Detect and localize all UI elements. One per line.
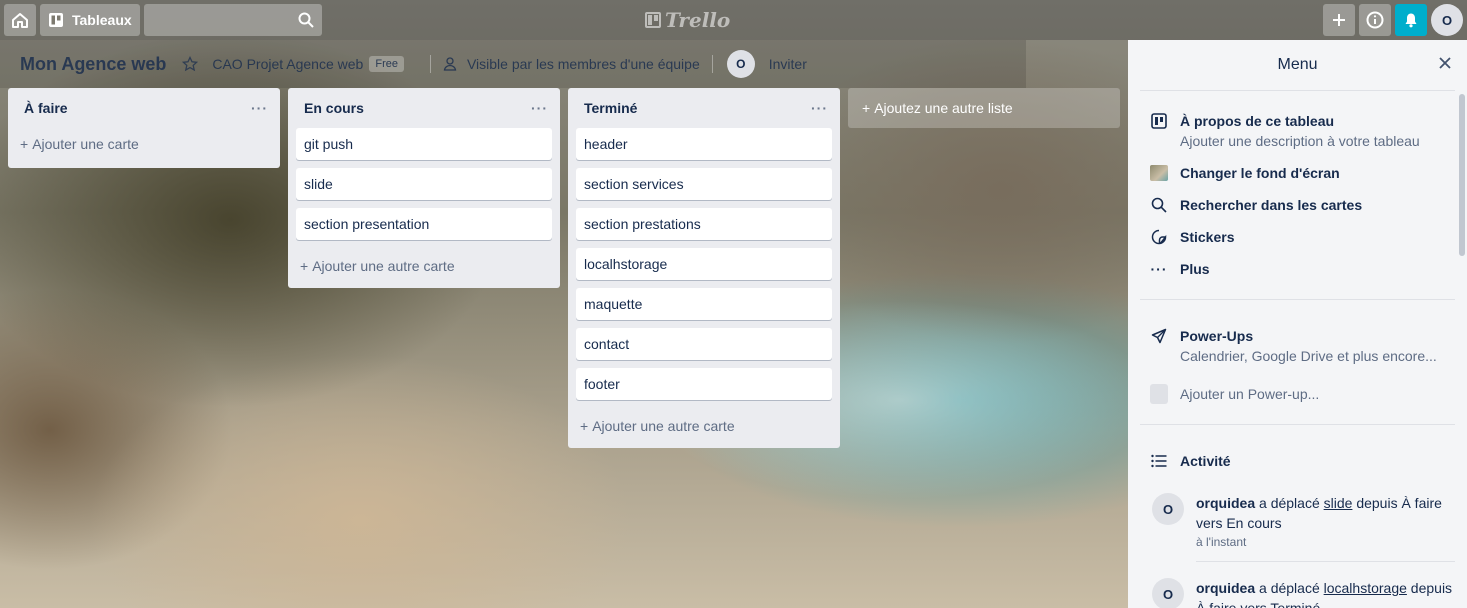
sticker-icon xyxy=(1151,229,1167,245)
bell-icon xyxy=(1405,13,1417,28)
card[interactable]: maquette xyxy=(576,288,832,320)
card[interactable]: section services xyxy=(576,168,832,200)
plus-icon: + xyxy=(20,136,29,152)
search-icon xyxy=(298,12,314,28)
card[interactable]: section presentation xyxy=(296,208,552,240)
powerups-item[interactable]: Power-Ups Calendrier, Google Drive et pl… xyxy=(1140,320,1455,372)
board-icon xyxy=(1151,113,1167,129)
notifications-button[interactable] xyxy=(1395,4,1427,36)
more-item[interactable]: ··· Plus xyxy=(1140,253,1455,285)
plan-badge: Free xyxy=(369,56,404,72)
visibility-button[interactable]: Visible par les membres d'une équipe xyxy=(443,56,700,72)
board-menu: Menu À propos de ce tableau Ajouter une … xyxy=(1128,40,1467,608)
card[interactable]: footer xyxy=(576,368,832,400)
info-icon xyxy=(1366,11,1384,29)
add-card-button[interactable]: + Ajouter une autre carte xyxy=(296,248,552,284)
card[interactable]: localhstorage xyxy=(576,248,832,280)
add-card-button[interactable]: + Ajouter une autre carte xyxy=(576,408,832,444)
powerups-subtitle: Calendrier, Google Drive et plus encore.… xyxy=(1180,348,1437,364)
more-icon: ··· xyxy=(1150,261,1168,277)
activity-entry: O orquidea a déplacé slide depuis À fair… xyxy=(1140,485,1455,570)
search-cards-item[interactable]: Rechercher dans les cartes xyxy=(1140,189,1455,221)
card[interactable]: slide xyxy=(296,168,552,200)
list-menu-icon[interactable]: ··· xyxy=(531,100,548,116)
change-background-item[interactable]: Changer le fond d'écran xyxy=(1140,157,1455,189)
card[interactable]: header xyxy=(576,128,832,160)
search-input[interactable] xyxy=(143,4,322,36)
close-icon[interactable] xyxy=(1437,55,1453,71)
home-button[interactable] xyxy=(4,4,36,36)
user-avatar[interactable]: O xyxy=(1431,4,1463,36)
list-a-faire: À faire ··· + Ajouter une carte xyxy=(8,88,280,168)
list-termine: Terminé ··· header section services sect… xyxy=(568,88,840,448)
activity-card-link[interactable]: localhstorage xyxy=(1324,580,1407,596)
visibility-label: Visible par les membres d'une équipe xyxy=(466,56,700,72)
boards-button[interactable]: Tableaux xyxy=(40,4,140,36)
background-thumbnail xyxy=(1150,165,1168,181)
card[interactable]: section prestations xyxy=(576,208,832,240)
star-icon[interactable] xyxy=(180,56,200,72)
list-title[interactable]: À faire xyxy=(24,100,68,116)
board-header: Mon Agence web CAO Projet Agence web Fre… xyxy=(0,40,1026,88)
plus-icon xyxy=(1333,14,1345,26)
list-en-cours: En cours ··· git push slide section pres… xyxy=(288,88,560,288)
info-button[interactable] xyxy=(1359,4,1391,36)
activity-avatar[interactable]: O xyxy=(1152,493,1184,525)
list-menu-icon[interactable]: ··· xyxy=(251,100,268,116)
powerups-title: Power-Ups xyxy=(1180,328,1254,344)
card[interactable]: contact xyxy=(576,328,832,360)
rocket-icon xyxy=(1151,328,1167,344)
top-header: Tableaux Trello O xyxy=(0,0,1467,40)
activity-card-link[interactable]: slide xyxy=(1324,495,1353,511)
board-title[interactable]: Mon Agence web xyxy=(20,54,166,75)
activity-user[interactable]: orquidea xyxy=(1196,580,1255,596)
list-title[interactable]: En cours xyxy=(304,100,364,116)
stickers-item[interactable]: Stickers xyxy=(1140,221,1455,253)
divider xyxy=(429,55,431,73)
activity-user[interactable]: orquidea xyxy=(1196,495,1255,511)
trello-logo: Trello xyxy=(645,8,730,32)
add-list-button[interactable]: + Ajoutez une autre liste xyxy=(848,88,1120,128)
create-button[interactable] xyxy=(1323,4,1355,36)
menu-title: Menu xyxy=(1277,56,1318,73)
invite-button[interactable]: Inviter xyxy=(769,56,807,72)
search-icon xyxy=(1151,197,1167,213)
team-name[interactable]: CAO Projet Agence web xyxy=(212,56,363,72)
menu-scrollbar[interactable] xyxy=(1459,94,1465,256)
divider xyxy=(711,55,713,73)
powerup-placeholder-icon xyxy=(1150,384,1168,404)
team-icon xyxy=(443,57,457,71)
activity-entry: O orquidea a déplacé localhstorage depui… xyxy=(1140,570,1455,608)
plus-icon: + xyxy=(300,258,309,274)
add-card-button[interactable]: + Ajouter une carte xyxy=(16,128,272,160)
about-subtitle: Ajouter une description à votre tableau xyxy=(1180,133,1420,149)
plus-icon: + xyxy=(580,418,589,434)
activity-time[interactable]: à l'instant xyxy=(1196,535,1455,549)
plus-icon: + xyxy=(862,100,871,116)
list-menu-icon[interactable]: ··· xyxy=(811,100,828,116)
list-title[interactable]: Terminé xyxy=(584,100,637,116)
boards-label: Tableaux xyxy=(72,12,132,28)
about-title: À propos de ce tableau xyxy=(1180,113,1335,129)
member-avatar[interactable]: O xyxy=(726,50,755,78)
add-powerup-item[interactable]: Ajouter un Power-up... xyxy=(1140,378,1455,410)
home-icon xyxy=(12,13,28,28)
activity-icon xyxy=(1151,454,1167,468)
card[interactable]: git push xyxy=(296,128,552,160)
activity-header: Activité xyxy=(1140,445,1455,477)
boards-icon xyxy=(49,13,63,27)
activity-avatar[interactable]: O xyxy=(1152,578,1184,608)
about-board-item[interactable]: À propos de ce tableau Ajouter une descr… xyxy=(1140,105,1455,157)
